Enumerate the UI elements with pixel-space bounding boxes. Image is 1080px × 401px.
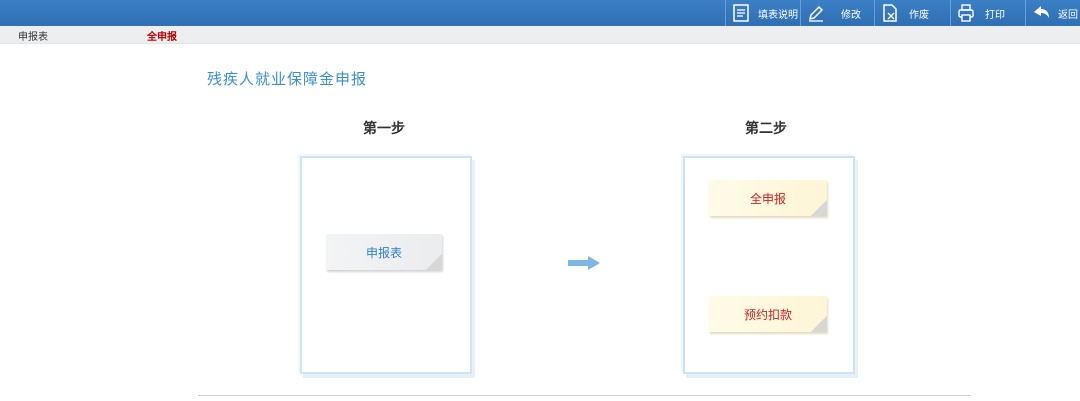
scheduled-deduction-button[interactable]: 预约扣款 [709, 296, 827, 332]
right-arrow-icon [568, 256, 600, 270]
void-button[interactable]: 作废 [874, 0, 929, 26]
page-curl [426, 254, 442, 270]
declaration-form-label: 申报表 [365, 245, 402, 260]
step1-card: 申报表 [300, 156, 472, 374]
print-button[interactable]: 打印 [950, 0, 1005, 26]
pencil-icon [805, 2, 827, 24]
page-curl [811, 316, 827, 332]
void-document-icon [879, 2, 901, 24]
return-button[interactable]: 返回 [1025, 0, 1078, 26]
return-arrow-icon [1030, 2, 1052, 24]
printer-icon [955, 2, 977, 24]
breadcrumb-item-full-declaration[interactable]: 全申报 [147, 28, 177, 43]
void-label: 作废 [909, 9, 929, 21]
page-title: 残疾人就业保障金申报 [207, 70, 368, 88]
breadcrumb: 申报表 全申报 [0, 26, 1080, 44]
return-label: 返回 [1058, 9, 1078, 21]
fill-instructions-button[interactable]: 填表说明 [725, 0, 798, 26]
print-label: 打印 [985, 9, 1005, 21]
edit-label: 修改 [841, 9, 861, 21]
declaration-form-button[interactable]: 申报表 [326, 234, 442, 270]
page-curl [811, 200, 827, 216]
breadcrumb-item-declaration-form[interactable]: 申报表 [18, 28, 48, 43]
step2-title: 第二步 [745, 121, 787, 137]
fill-instructions-label: 填表说明 [758, 9, 798, 21]
top-toolbar: 填表说明 修改 作废 打印 返回 [0, 0, 1080, 26]
step1-title: 第一步 [363, 121, 405, 137]
full-declaration-button[interactable]: 全申报 [709, 180, 827, 216]
scheduled-deduction-label: 预约扣款 [743, 307, 792, 322]
bottom-divider [198, 395, 971, 396]
edit-button[interactable]: 修改 [800, 0, 861, 26]
full-declaration-label: 全申报 [749, 191, 786, 206]
step2-card: 全申报 预约扣款 [683, 156, 855, 374]
document-icon [730, 2, 752, 24]
